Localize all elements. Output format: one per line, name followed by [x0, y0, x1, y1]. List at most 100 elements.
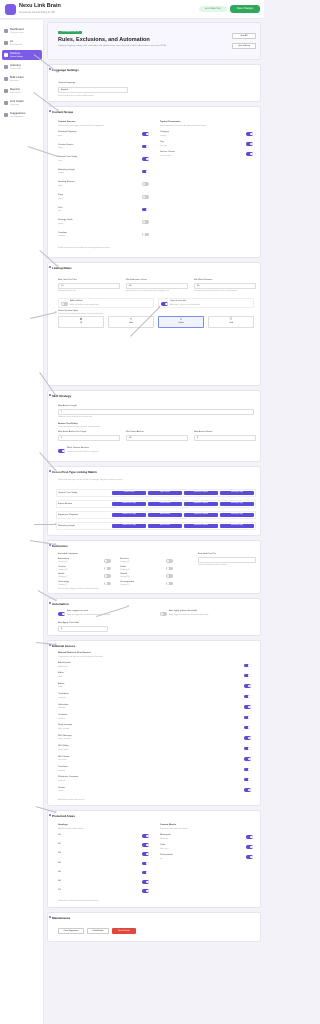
role-toggle[interactable] [244, 663, 251, 667]
auto-apply-toggle[interactable] [160, 612, 167, 616]
new-tab-toggle[interactable] [161, 302, 168, 306]
role-toggle[interactable] [244, 715, 251, 719]
exclusion-toggle[interactable] [104, 581, 111, 585]
reset-defaults-button[interactable]: Reset Defaults [112, 928, 136, 934]
exclusion-toggle[interactable] [166, 559, 173, 563]
matrix-chip[interactable]: Marketing Insight [220, 502, 254, 506]
matrix-chip[interactable]: Marketing Insight [220, 524, 254, 528]
matrix-chip[interactable]: Marketing Insight [220, 491, 254, 495]
rebuild-index-button[interactable]: Rebuild index [87, 928, 109, 934]
sidebar-item-label: AI [10, 39, 13, 43]
min-distance-input[interactable]: 50 [194, 283, 256, 289]
role-toggle[interactable] [244, 746, 251, 751]
block-generic-toggle[interactable] [58, 449, 65, 453]
role-toggle[interactable] [244, 694, 251, 699]
injection-option-2[interactable]: ≡ Callout Insert after paragraph [158, 316, 204, 328]
taxonomy-toggle[interactable] [246, 142, 253, 146]
excluded-posts-input[interactable] [198, 557, 256, 563]
sidebar-item-1[interactable]: AI AI configuration [2, 38, 42, 48]
source-toggle[interactable] [142, 132, 149, 136]
taxonomy-toggle[interactable] [246, 152, 253, 156]
language-select[interactable]: English [58, 87, 128, 93]
min-partial-input[interactable]: 30 [126, 435, 188, 441]
nav-icon [4, 41, 8, 45]
max-links-input[interactable]: 10 [58, 283, 120, 289]
source-toggle[interactable] [142, 220, 149, 224]
threshold-input[interactable]: 0 [58, 626, 108, 632]
block-toggle[interactable] [246, 845, 253, 849]
clear-suggestions-button[interactable]: Clear Suggestions [58, 928, 84, 934]
exclusion-toggle[interactable] [166, 574, 173, 578]
role-toggle[interactable] [244, 788, 251, 792]
sidebar-item-desc: Link analytics [10, 91, 21, 94]
matrix-chip[interactable]: Growth Case Study [112, 502, 146, 506]
open-indexing-button[interactable]: Open Indexing [232, 43, 256, 49]
heading-toggle[interactable] [142, 861, 149, 866]
source-toggle[interactable] [142, 207, 149, 212]
matrix-chip[interactable]: Expansion Playbook [184, 513, 218, 517]
exclusion-toggle[interactable] [104, 566, 111, 570]
matrix-chip[interactable]: Growth Case Study [112, 524, 146, 528]
anchor-length-input[interactable]: 7 [58, 409, 254, 415]
block-toggle[interactable] [246, 855, 253, 859]
role-desc: administrator [58, 665, 68, 668]
sidebar-item-4[interactable]: Bulk Linker Automation [2, 74, 42, 84]
matrix-chip[interactable]: Expansion Playbook [184, 524, 218, 528]
linking-title: Linking Rules [52, 266, 72, 270]
heading-toggle[interactable] [142, 852, 149, 856]
heading-toggle[interactable] [142, 889, 149, 893]
sidebar-item-7[interactable]: Suggestions Link suggestions [2, 110, 42, 120]
matrix-chip[interactable]: Expansion Playbook [184, 491, 218, 495]
min-score-input[interactable]: 60 [126, 283, 188, 289]
block-toggle[interactable] [246, 835, 253, 839]
exclusion-desc: Category (8) [58, 568, 68, 571]
injection-option-0[interactable]: ⇄ Off No injection [58, 316, 104, 328]
open-api-button[interactable]: Open API [232, 33, 256, 39]
heading-label: H1 [58, 834, 61, 836]
role-toggle[interactable] [244, 725, 251, 730]
auto-suggest-toggle[interactable] [58, 612, 65, 616]
source-toggle[interactable] [142, 169, 149, 174]
matrix-chip[interactable]: Digital Growth [148, 491, 182, 495]
sidebar-item-6[interactable]: Link Graph Visual map [2, 98, 42, 108]
role-desc: shop_manager [58, 727, 70, 730]
role-toggle[interactable] [244, 767, 251, 771]
sidebar-item-3[interactable]: Indexing Content index [2, 62, 42, 72]
role-toggle[interactable] [244, 705, 251, 709]
heading-toggle[interactable] [142, 870, 149, 875]
source-toggle[interactable] [142, 182, 149, 186]
exclusion-toggle[interactable] [104, 574, 111, 578]
exclusion-toggle[interactable] [166, 566, 173, 570]
role-toggle[interactable] [244, 684, 251, 688]
language-hint: Select language of your content and AI p… [58, 95, 95, 97]
max-exact-input[interactable]: 2 [58, 435, 120, 441]
sidebar-item-0[interactable]: Dashboard Overview & stats [2, 26, 42, 36]
matrix-chip[interactable]: Custom Service [112, 491, 146, 495]
source-toggle[interactable] [142, 195, 149, 199]
heading-toggle[interactable] [142, 834, 149, 838]
matrix-chip[interactable]: Custom Service [148, 502, 182, 506]
matrix-chip[interactable]: Marketing Insight [220, 513, 254, 517]
max-exact-label: Max Exact Anchor Per Target [58, 431, 87, 433]
nofollow-toggle[interactable] [61, 302, 68, 306]
role-toggle[interactable] [244, 777, 251, 782]
heading-toggle[interactable] [142, 843, 149, 847]
matrix-chip[interactable]: Expert Review [148, 513, 182, 517]
taxonomy-toggle[interactable] [246, 132, 253, 136]
role-toggle[interactable] [244, 757, 251, 761]
source-toggle[interactable] [142, 157, 149, 161]
maintenance-title: Maintenance [52, 916, 71, 920]
source-toggle[interactable] [142, 232, 149, 237]
matrix-chip[interactable]: Growth Case Study [112, 513, 146, 517]
exclusion-toggle[interactable] [166, 581, 173, 585]
matrix-chip[interactable]: Expansion Playbook [184, 502, 218, 506]
source-toggle[interactable] [142, 144, 149, 149]
heading-toggle[interactable] [142, 880, 149, 884]
role-toggle[interactable] [244, 736, 251, 740]
max-reuse-input[interactable]: 3 [194, 435, 256, 441]
save-changes-button[interactable]: Save Changes [230, 5, 260, 13]
exclusion-toggle[interactable] [104, 559, 111, 563]
matrix-chip[interactable]: Expert Review [148, 524, 182, 528]
injection-option-3[interactable]: ☰ Card Link card block [208, 316, 254, 328]
role-toggle[interactable] [244, 673, 251, 678]
